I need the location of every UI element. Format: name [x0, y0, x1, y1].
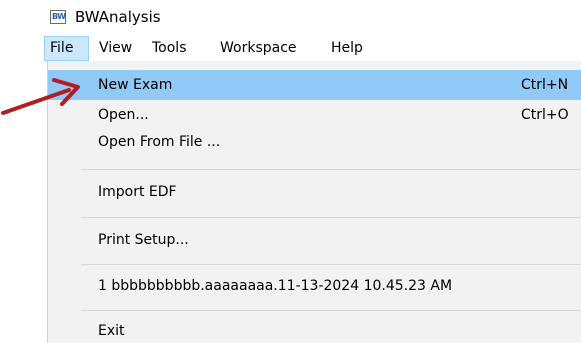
menu-bar: File View Tools Workspace Help [0, 36, 581, 61]
menu-item-label: Import EDF [98, 184, 177, 200]
application-window: BW BWAnalysis File View Tools Workspace … [0, 0, 581, 343]
menu-item-recent-file[interactable]: 1 bbbbbbbbbb.aaaaaaaa.11-13-2024 10.45.2… [48, 271, 581, 301]
file-menu-dropdown: New Exam Ctrl+N Open... Ctrl+O Open From… [47, 61, 581, 343]
title-bar: BW BWAnalysis [0, 0, 581, 34]
menu-separator [81, 310, 581, 311]
menu-item-open[interactable]: Open... Ctrl+O [48, 100, 581, 130]
menu-separator [81, 264, 581, 265]
menu-item-shortcut: Ctrl+O [521, 107, 569, 123]
menu-item-shortcut: Ctrl+N [521, 77, 569, 93]
menu-item-open-from-file[interactable]: Open From File ... [48, 127, 581, 157]
menu-tools-label: Tools [152, 40, 187, 56]
menu-item-label: Open From File ... [98, 134, 221, 150]
menu-item-exit[interactable]: Exit [48, 316, 581, 343]
window-title: BWAnalysis [75, 8, 161, 26]
menu-help-label: Help [331, 40, 363, 56]
menu-separator [81, 169, 581, 170]
menu-workspace[interactable]: Workspace [220, 36, 297, 61]
menu-file[interactable]: File [44, 36, 89, 61]
menu-item-label: New Exam [98, 77, 173, 93]
menu-item-label: 1 bbbbbbbbbb.aaaaaaaa.11-13-2024 10.45.2… [98, 278, 453, 294]
menu-view[interactable]: View [99, 36, 132, 61]
menu-workspace-label: Workspace [220, 40, 297, 56]
menu-tools[interactable]: Tools [152, 36, 187, 61]
menu-help[interactable]: Help [331, 36, 363, 61]
app-icon-text: BW [52, 12, 66, 21]
menu-separator [81, 217, 581, 218]
bw-app-icon: BW [50, 10, 66, 24]
menu-item-label: Print Setup... [98, 232, 189, 248]
menu-item-label: Open... [98, 107, 149, 123]
menu-item-import-edf[interactable]: Import EDF [48, 177, 581, 207]
menu-file-label: File [50, 40, 74, 56]
menu-view-label: View [99, 40, 133, 56]
menu-item-label: Exit [98, 323, 125, 339]
menu-item-print-setup[interactable]: Print Setup... [48, 225, 581, 255]
menu-item-new-exam[interactable]: New Exam Ctrl+N [48, 70, 581, 100]
